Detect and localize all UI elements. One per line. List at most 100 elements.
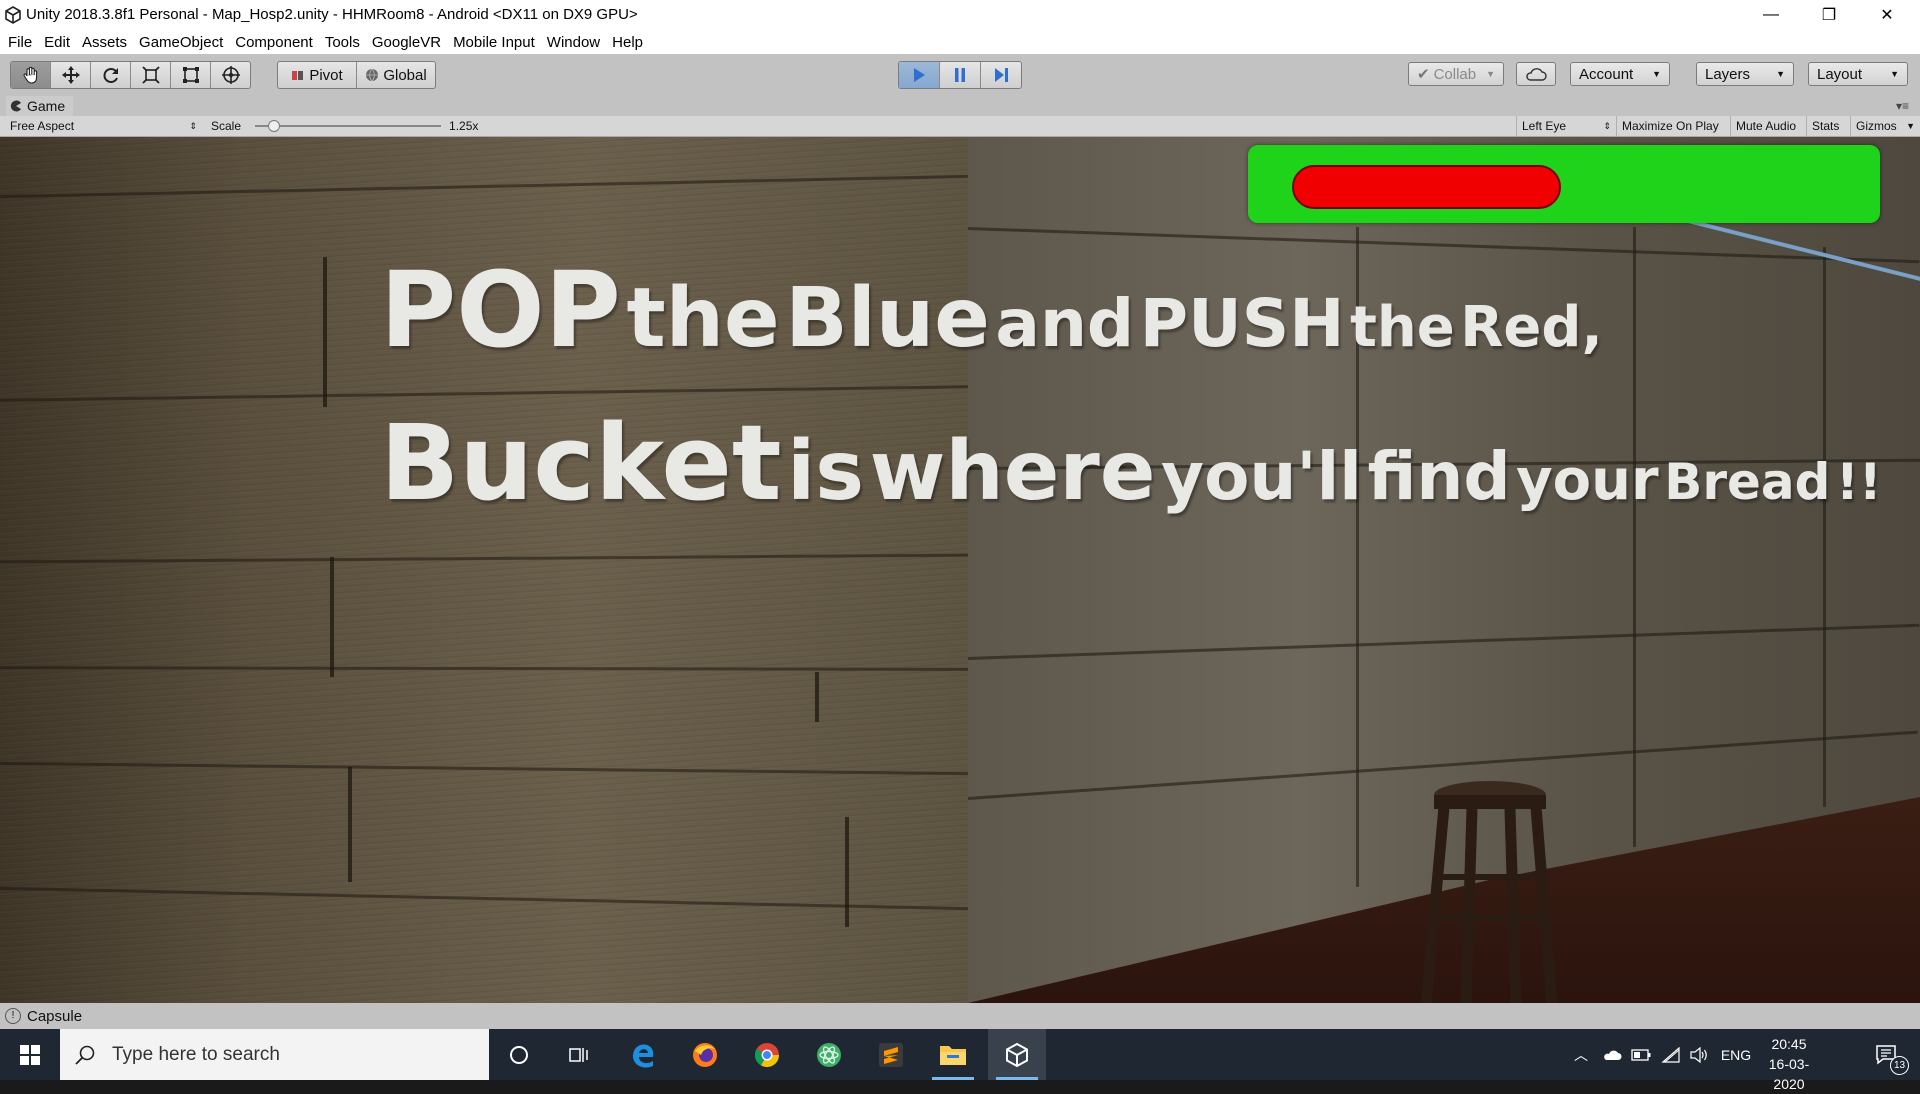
maximize-button[interactable]: ❐ xyxy=(1800,0,1858,30)
scale-tool-button[interactable] xyxy=(131,62,171,88)
layers-dropdown[interactable]: Layers ▼ xyxy=(1696,62,1794,86)
rotate-tool-button[interactable] xyxy=(91,62,131,88)
updown-arrow-icon: ⇕ xyxy=(1603,120,1611,131)
menu-component[interactable]: Component xyxy=(229,34,319,51)
menu-file[interactable]: File xyxy=(2,34,38,51)
taskbar-search-box[interactable]: Type here to search xyxy=(60,1029,489,1080)
play-button[interactable] xyxy=(899,62,940,88)
game-tab-bar: Game ▾≡ xyxy=(0,96,1920,116)
account-dropdown[interactable]: Account ▼ xyxy=(1570,62,1670,86)
transform-tools xyxy=(10,61,251,89)
info-icon: ! xyxy=(5,1008,21,1024)
menu-tools[interactable]: Tools xyxy=(319,34,366,51)
chrome-icon xyxy=(754,1042,779,1067)
clock-date: 16-03-2020 xyxy=(1768,1056,1810,1092)
aspect-dropdown[interactable]: Free Aspect ⇕ xyxy=(0,116,202,136)
scale-label: Scale xyxy=(211,119,242,133)
game-viewport[interactable]: POP the Blue and PUSH the Red, Bucket is… xyxy=(0,137,1920,1003)
cloud-icon xyxy=(1526,68,1547,81)
firefox-icon xyxy=(693,1042,717,1067)
maximize-on-play-label: Maximize On Play xyxy=(1622,119,1719,133)
pivot-button[interactable]: Pivot xyxy=(278,62,357,88)
wall-word: POP xyxy=(380,249,621,371)
clock[interactable]: 20:45 16-03-2020 xyxy=(1754,1034,1824,1094)
hand-tool-button[interactable] xyxy=(11,62,51,88)
transform-tool-button[interactable] xyxy=(211,62,250,88)
folder-icon xyxy=(940,1045,966,1065)
mute-audio-label: Mute Audio xyxy=(1736,119,1797,133)
taskbar-file-explorer[interactable] xyxy=(924,1029,982,1080)
menu-edit[interactable]: Edit xyxy=(38,34,76,51)
close-button[interactable]: ✕ xyxy=(1858,0,1916,30)
menu-assets[interactable]: Assets xyxy=(76,34,133,51)
panel-menu-icon[interactable]: ▾≡ xyxy=(1896,99,1909,113)
scale-control: Scale 1.25x xyxy=(206,116,506,136)
battery-icon xyxy=(1631,1048,1651,1061)
start-button[interactable] xyxy=(0,1029,60,1080)
pause-button[interactable] xyxy=(940,62,981,88)
taskbar-sublime[interactable] xyxy=(862,1029,920,1080)
menu-mobile-input[interactable]: Mobile Input xyxy=(447,34,541,51)
pivot-label: Pivot xyxy=(309,66,343,84)
gizmos-dropdown[interactable]: Gizmos ▼ xyxy=(1850,116,1920,136)
scale-icon xyxy=(141,66,160,84)
volume-tray[interactable] xyxy=(1686,1029,1712,1080)
mute-audio-toggle[interactable]: Mute Audio xyxy=(1730,116,1806,136)
action-center-button[interactable]: 13 xyxy=(1862,1029,1912,1080)
step-icon xyxy=(995,68,1008,82)
taskbar-firefox[interactable] xyxy=(676,1029,734,1080)
sublime-text-icon xyxy=(879,1042,903,1067)
wall-word: and xyxy=(995,285,1135,362)
rect-tool-button[interactable] xyxy=(171,62,211,88)
menu-googlevr[interactable]: GoogleVR xyxy=(366,34,447,51)
unity-logo-icon xyxy=(5,6,21,24)
taskbar-chrome[interactable] xyxy=(738,1029,796,1080)
clock-time: 20:45 xyxy=(1771,1036,1807,1052)
menu-help[interactable]: Help xyxy=(606,34,649,51)
search-placeholder: Type here to search xyxy=(112,1043,280,1065)
collab-button[interactable]: ✔ Collab ▼ xyxy=(1408,62,1504,86)
stats-toggle[interactable]: Stats xyxy=(1806,116,1850,136)
maximize-on-play-toggle[interactable]: Maximize On Play xyxy=(1616,116,1730,136)
global-button[interactable]: Global xyxy=(357,62,435,88)
wall-word: Bread xyxy=(1664,453,1831,511)
wall-word: your xyxy=(1516,448,1659,513)
global-label: Global xyxy=(383,66,427,84)
taskbar-edge[interactable] xyxy=(614,1029,672,1080)
battery-tray[interactable] xyxy=(1628,1029,1654,1080)
onedrive-tray[interactable] xyxy=(1598,1029,1626,1080)
search-icon xyxy=(75,1045,95,1065)
game-view-options: Free Aspect ⇕ Scale 1.25x Left Eye ⇕ Max… xyxy=(0,116,1920,137)
rotate-icon xyxy=(103,68,118,83)
play-icon xyxy=(914,68,925,82)
wall-word: is xyxy=(787,424,865,519)
wall-text-line-1: POP the Blue and PUSH the Red, xyxy=(380,249,1603,371)
globe-icon xyxy=(366,68,379,82)
cloud-button[interactable] xyxy=(1516,62,1556,86)
wall-text-line-2: Bucket is where you'll find your Bread !… xyxy=(380,402,1882,524)
menu-gameobject[interactable]: GameObject xyxy=(133,34,229,51)
show-hidden-icons-button[interactable]: ︿ xyxy=(1568,1029,1594,1080)
task-view-button[interactable] xyxy=(550,1029,608,1080)
layout-dropdown[interactable]: Layout ▼ xyxy=(1808,62,1908,86)
scale-slider-handle[interactable] xyxy=(268,120,281,132)
scale-slider[interactable] xyxy=(255,120,442,132)
stats-label: Stats xyxy=(1812,119,1840,133)
taskbar-unity[interactable] xyxy=(988,1029,1046,1080)
tab-game[interactable]: Game xyxy=(6,96,74,116)
step-button[interactable] xyxy=(981,62,1021,88)
wall-word: you'll xyxy=(1161,438,1362,515)
language-indicator[interactable]: ENG xyxy=(1716,1029,1756,1080)
taskbar-atom[interactable] xyxy=(800,1029,858,1080)
eye-dropdown[interactable]: Left Eye ⇕ xyxy=(1516,116,1616,136)
minimize-button[interactable]: — xyxy=(1742,0,1800,30)
eye-label: Left Eye xyxy=(1522,119,1567,133)
wall-word: !! xyxy=(1836,453,1882,511)
cortana-icon xyxy=(510,1045,528,1064)
menu-window[interactable]: Window xyxy=(541,34,606,51)
wifi-icon xyxy=(1661,1046,1680,1063)
wifi-tray[interactable] xyxy=(1658,1029,1684,1080)
wall-word: PUSH xyxy=(1139,285,1345,362)
move-tool-button[interactable] xyxy=(51,62,91,88)
cortana-button[interactable] xyxy=(490,1029,548,1080)
